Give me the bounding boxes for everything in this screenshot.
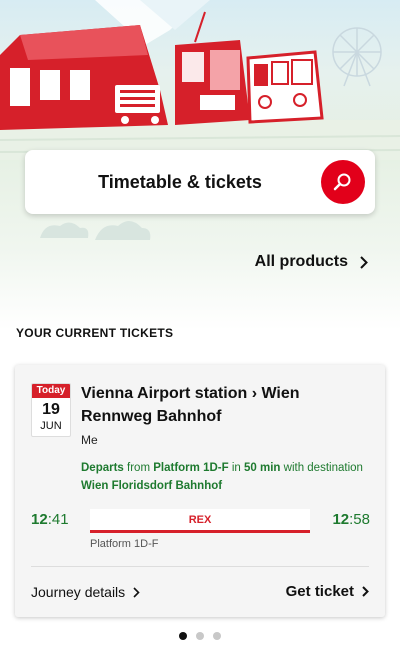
chevron-right-icon xyxy=(362,586,369,597)
divider xyxy=(31,566,369,567)
all-products-label: All products xyxy=(254,253,348,270)
date-day: 19 xyxy=(42,401,60,418)
search-icon xyxy=(333,173,351,191)
departure-hour: 12 xyxy=(31,511,48,528)
chevron-right-icon xyxy=(360,255,368,269)
get-ticket-label: Get ticket xyxy=(285,583,354,600)
departs-word: Departs xyxy=(81,462,124,474)
ticket-card[interactable]: Today 19 JUN Vienna Airport station › Wi… xyxy=(15,365,385,617)
journey-details-link[interactable]: Journey details xyxy=(31,584,140,600)
section-title: YOUR CURRENT TICKETS xyxy=(16,326,174,340)
page-dot[interactable] xyxy=(179,632,187,640)
page-dot[interactable] xyxy=(196,632,204,640)
search-button[interactable] xyxy=(321,160,365,204)
arrival-minute: :58 xyxy=(349,511,370,528)
get-ticket-button[interactable]: Get ticket xyxy=(286,583,369,600)
page-indicator[interactable] xyxy=(0,632,400,640)
with-word: with destination xyxy=(283,462,363,474)
in-word: in xyxy=(231,462,241,474)
departure-time: 12:41 xyxy=(31,511,69,528)
platform-label: Platform 1D-F xyxy=(90,538,159,550)
date-badge: Today 19 JUN xyxy=(31,383,71,437)
page-dot[interactable] xyxy=(213,632,221,640)
arrival-time: 12:58 xyxy=(332,511,370,528)
chevron-right-icon xyxy=(133,586,140,598)
date-dow: Today xyxy=(32,384,70,398)
from-word: from xyxy=(127,462,151,474)
route-title: Vienna Airport station › Wien Rennweg Ba… xyxy=(81,385,300,425)
timetable-search-card[interactable]: Timetable & tickets xyxy=(25,150,375,214)
departure-minute: :41 xyxy=(47,511,69,528)
departure-platform: Platform 1D-F xyxy=(153,462,229,474)
journey-details-label: Journey details xyxy=(31,584,126,600)
departure-minutes: 50 min xyxy=(244,462,281,474)
date-month: JUN xyxy=(40,420,62,432)
passenger-name: Me xyxy=(81,433,98,447)
all-products-link[interactable]: All products xyxy=(255,253,368,271)
departure-info: Departs from Platform 1D-F in 50 min wit… xyxy=(81,459,371,495)
destination-name: Wien Floridsdorf Bahnhof xyxy=(81,480,223,492)
arrival-hour: 12 xyxy=(332,511,350,528)
train-badge: REX xyxy=(90,509,310,533)
timetable-label: Timetable & tickets xyxy=(98,171,262,192)
